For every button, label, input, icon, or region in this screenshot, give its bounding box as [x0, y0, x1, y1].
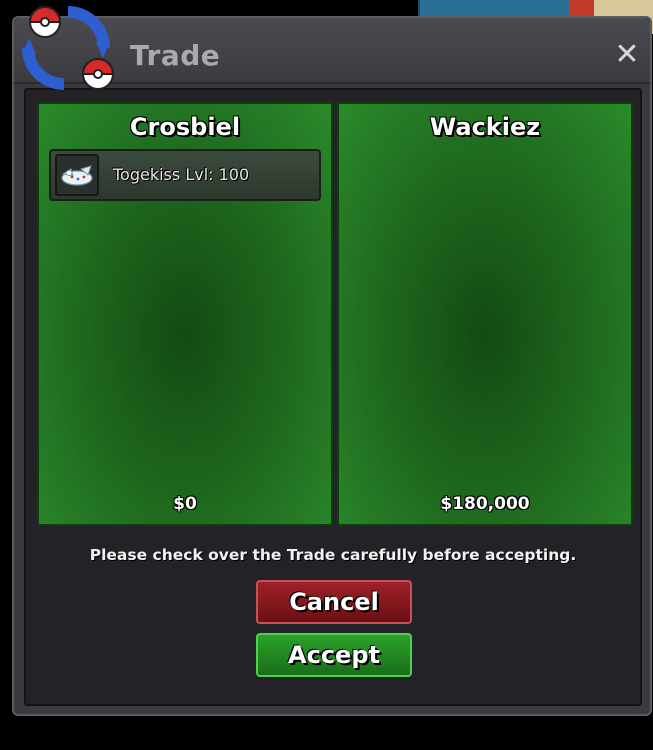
close-icon[interactable]: ✕: [612, 40, 642, 70]
left-player-name: Crosbiel: [129, 113, 241, 141]
left-money-amount: $0: [173, 494, 197, 514]
right-money-amount: $180,000: [440, 494, 530, 514]
trade-item-slot[interactable]: Togekiss Lvl: 100: [49, 149, 321, 201]
trade-window: Trade ✕ Crosbiel Togekiss Lvl: 100 $0 Wa…: [12, 16, 652, 716]
right-trade-panel: Wackiez $180,000: [337, 102, 633, 526]
trade-content: Crosbiel Togekiss Lvl: 100 $0 Wackiez $1…: [24, 88, 642, 706]
window-title: Trade: [130, 39, 221, 72]
togekiss-sprite-icon: [61, 165, 93, 186]
accept-button[interactable]: Accept: [256, 633, 412, 677]
right-player-name: Wackiez: [429, 113, 541, 141]
cancel-button[interactable]: Cancel: [256, 580, 412, 624]
game-screen: Trade ✕ Crosbiel Togekiss Lvl: 100 $0 Wa…: [0, 0, 653, 750]
pokemon-icon-frame: [55, 154, 99, 196]
left-trade-panel: Crosbiel Togekiss Lvl: 100 $0: [37, 102, 333, 526]
trade-item-label: Togekiss Lvl: 100: [113, 165, 250, 184]
trade-notice: Please check over the Trade carefully be…: [89, 546, 577, 564]
trade-logo-icon: [22, 6, 114, 90]
